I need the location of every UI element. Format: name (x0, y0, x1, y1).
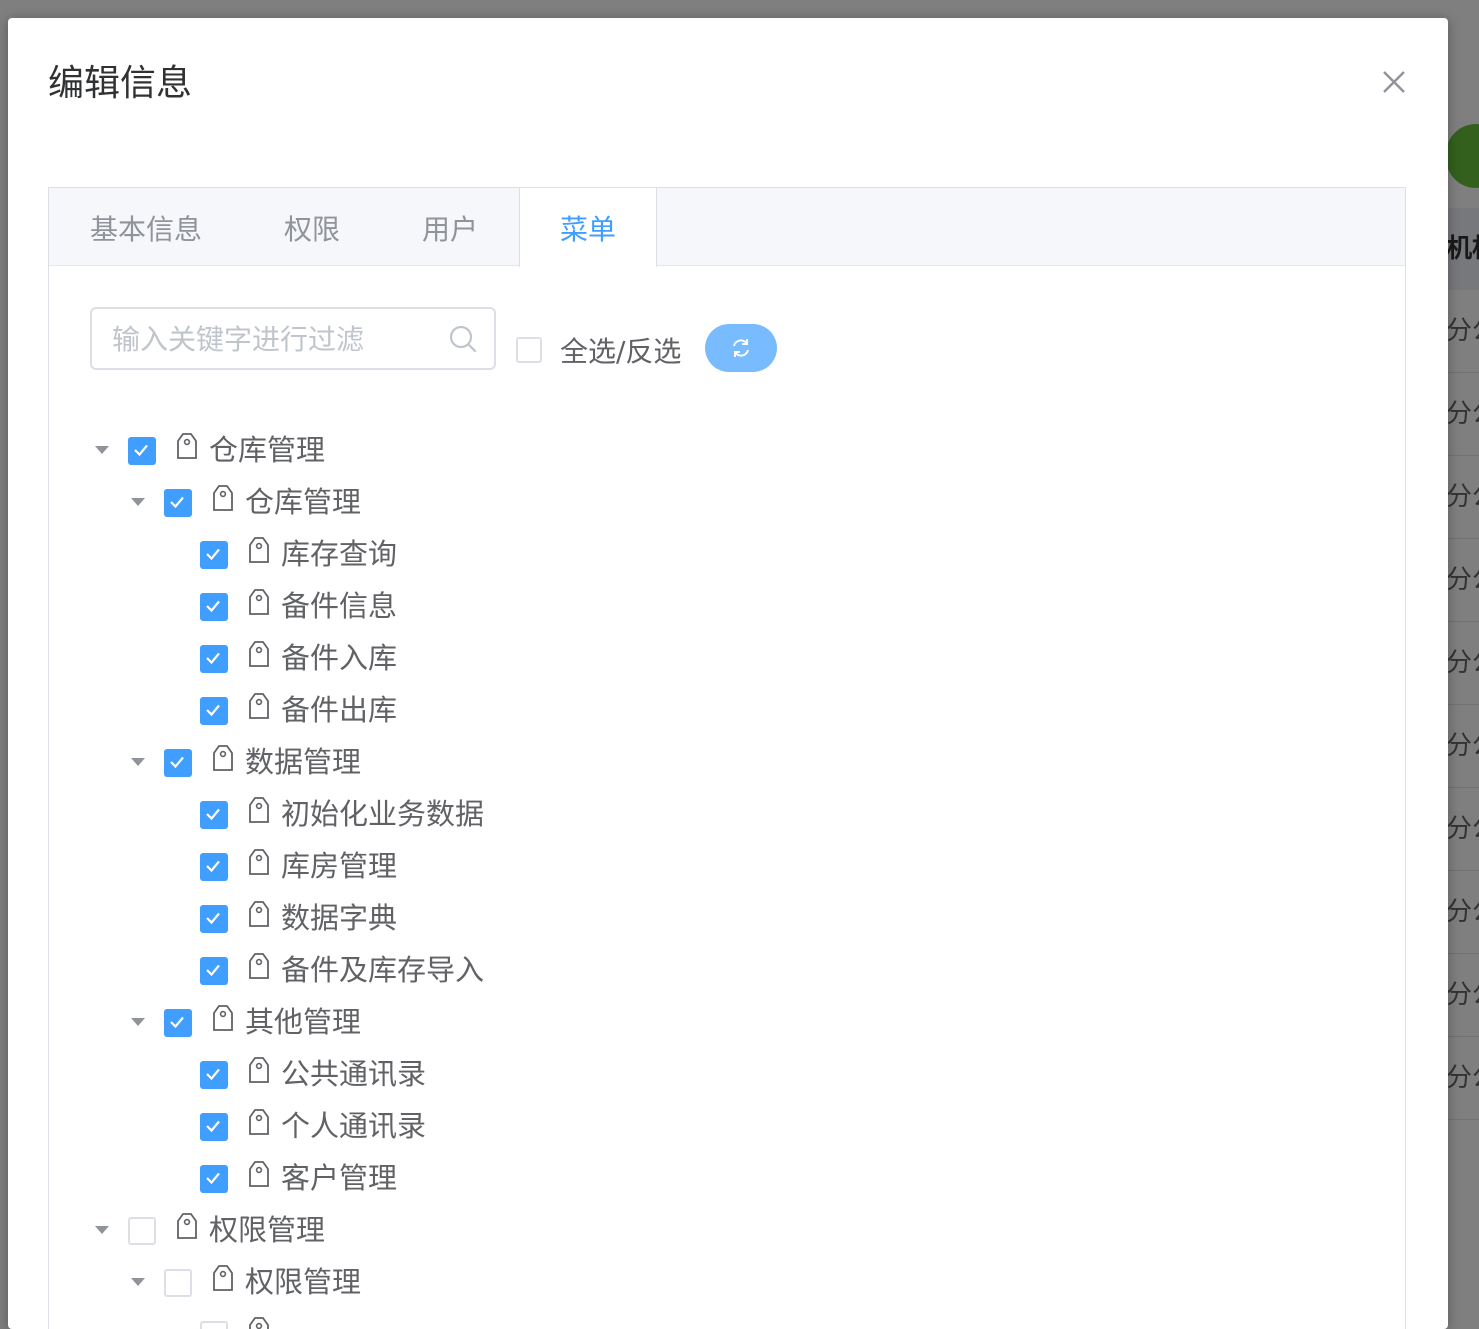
tree-node-checkbox[interactable] (128, 437, 156, 465)
filter-input[interactable] (110, 309, 434, 370)
tree-node-label: 公共通讯录 (281, 1057, 427, 1091)
tree-node[interactable]: 备件及库存导入 (49, 944, 1349, 996)
tree-node-checkbox[interactable] (200, 645, 228, 673)
tree-node-label: 备件信息 (281, 589, 398, 623)
tree-node-label: 初始化业务数据 (281, 797, 485, 831)
caret-down-icon[interactable] (129, 1273, 147, 1291)
tree-node-checkbox[interactable] (200, 1321, 228, 1329)
price-tag-icon (248, 848, 270, 876)
tab-users[interactable]: 用户 (381, 188, 519, 266)
caret-down-icon[interactable] (93, 441, 111, 459)
tree-node[interactable]: 仓库管理 (49, 424, 1349, 476)
tree-node-label: 备件及库存导入 (281, 953, 485, 987)
price-tag-icon (248, 1108, 270, 1136)
tree-node-label: 权限管理 (209, 1213, 326, 1247)
price-tag-icon (212, 1004, 234, 1032)
tree-node-label: 备件入库 (281, 641, 398, 675)
tree-node-checkbox[interactable] (200, 1113, 228, 1141)
price-tag-icon (248, 588, 270, 616)
price-tag-icon (248, 900, 270, 928)
refresh-button[interactable] (705, 324, 777, 372)
price-tag-icon (248, 1316, 270, 1329)
price-tag-icon (248, 1160, 270, 1188)
price-tag-icon (176, 1212, 198, 1240)
tree-node[interactable]: 备件出库 (49, 684, 1349, 736)
tab-menu[interactable]: 菜单 (519, 188, 657, 267)
tree-node[interactable]: 备件入库 (49, 632, 1349, 684)
price-tag-icon (248, 952, 270, 980)
tree-node-label: 个人通讯录 (281, 1109, 427, 1143)
tree-node-label: 数据字典 (281, 901, 398, 935)
tree-node-checkbox[interactable] (200, 801, 228, 829)
tree-node-checkbox[interactable] (164, 1269, 192, 1297)
tree-node-checkbox[interactable] (200, 1061, 228, 1089)
tree-node-checkbox[interactable] (164, 1009, 192, 1037)
tree-node[interactable]: 数据管理 (49, 736, 1349, 788)
edit-info-dialog: 编辑信息 基本信息 权限 用户 菜单 全选/反选 (8, 18, 1448, 1329)
tree-node-checkbox[interactable] (164, 489, 192, 517)
tree-node-label: 库存查询 (281, 537, 398, 571)
tree-node-checkbox[interactable] (200, 905, 228, 933)
tree-node[interactable]: 公共通讯录 (49, 1048, 1349, 1100)
tree-node-checkbox[interactable] (164, 749, 192, 777)
filter-input-wrapper (90, 307, 496, 370)
tree-node[interactable]: 仓库管理 (49, 476, 1349, 528)
tree-node[interactable]: 客户管理 (49, 1152, 1349, 1204)
price-tag-icon (248, 796, 270, 824)
tree-node[interactable]: 初始化业务数据 (49, 788, 1349, 840)
price-tag-icon (248, 692, 270, 720)
tree-node[interactable]: 权限管理 (49, 1256, 1349, 1308)
price-tag-icon (248, 536, 270, 564)
tree-node-checkbox[interactable] (200, 1165, 228, 1193)
price-tag-icon (248, 640, 270, 668)
tree-node-label: 仓库管理 (245, 485, 362, 519)
tree-node-checkbox[interactable] (200, 593, 228, 621)
tree-node[interactable]: 库房管理 (49, 840, 1349, 892)
price-tag-icon (248, 1056, 270, 1084)
tab-permissions[interactable]: 权限 (243, 188, 381, 266)
tree-node-label: 数据管理 (245, 745, 362, 779)
tabs-container: 基本信息 权限 用户 菜单 全选/反选 仓库管理仓库管理库存查询备件信息备 (48, 187, 1406, 1329)
caret-down-icon[interactable] (129, 1013, 147, 1031)
caret-down-icon[interactable] (129, 493, 147, 511)
close-button[interactable] (1378, 66, 1410, 98)
tree-node-label: 仓库管理 (209, 433, 326, 467)
tree-node[interactable]: 个人通讯录 (49, 1100, 1349, 1152)
price-tag-icon (212, 1264, 234, 1292)
tree-node-label: 其他管理 (245, 1005, 362, 1039)
tree-node-checkbox[interactable] (200, 957, 228, 985)
tree-node[interactable]: 其他管理 (49, 996, 1349, 1048)
select-all-checkbox[interactable]: 全选/反选 (516, 324, 681, 376)
tree-node-label: 客户管理 (281, 1161, 398, 1195)
close-icon (1383, 71, 1405, 93)
tree-node-checkbox[interactable] (128, 1217, 156, 1245)
tree-node[interactable]: 库存查询 (49, 528, 1349, 580)
price-tag-icon (212, 484, 234, 512)
tree-node-label: 库房管理 (281, 849, 398, 883)
tree-node-checkbox[interactable] (200, 697, 228, 725)
select-all-box[interactable] (516, 337, 542, 363)
dialog-title: 编辑信息 (48, 63, 193, 104)
select-all-label: 全选/反选 (560, 335, 682, 368)
caret-down-icon[interactable] (93, 1221, 111, 1239)
search-icon (449, 325, 477, 353)
tree-node[interactable] (49, 1308, 1349, 1329)
tree-node[interactable]: 权限管理 (49, 1204, 1349, 1256)
tab-basic-info[interactable]: 基本信息 (49, 188, 243, 266)
tree-node[interactable]: 数据字典 (49, 892, 1349, 944)
tabs-header: 基本信息 权限 用户 菜单 (49, 188, 1405, 267)
tree-node[interactable]: 备件信息 (49, 580, 1349, 632)
tree-node-label: 备件出库 (281, 693, 398, 727)
tree-node-checkbox[interactable] (200, 853, 228, 881)
price-tag-icon (176, 432, 198, 460)
tree-node-label: 权限管理 (245, 1265, 362, 1299)
tree-node-checkbox[interactable] (200, 541, 228, 569)
price-tag-icon (212, 744, 234, 772)
caret-down-icon[interactable] (129, 753, 147, 771)
refresh-icon (733, 339, 749, 357)
